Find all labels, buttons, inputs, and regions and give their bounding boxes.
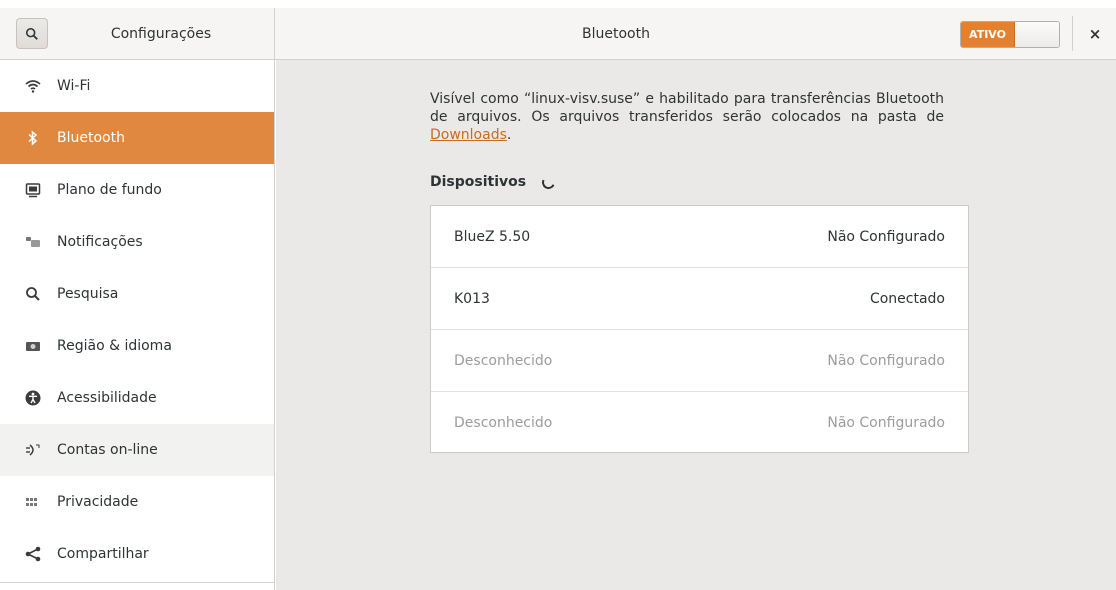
sidebar-item-label: Plano de fundo <box>57 182 162 198</box>
sidebar-divider <box>0 582 274 583</box>
close-button[interactable]: × <box>1082 22 1108 46</box>
description-end: . <box>506 127 512 143</box>
sidebar-item-label: Pesquisa <box>57 286 119 302</box>
downloads-link[interactable]: Downloads <box>430 127 507 143</box>
description-text: Visível como “linux-visv.suse” e habilit… <box>430 91 944 125</box>
page-title: Bluetooth <box>582 25 650 42</box>
visibility-description: Visível como “linux-visv.suse” e habilit… <box>430 90 944 144</box>
privacy-icon <box>24 493 42 511</box>
settings-window: Configurações Bluetooth ATIVO × Wi-Fi Bl… <box>0 0 1116 590</box>
background-icon <box>24 181 42 199</box>
switch-on-label: ATIVO <box>961 22 1015 47</box>
devices-heading: Dispositivos <box>430 174 527 190</box>
sidebar: Wi-Fi Bluetooth Plano de fundo Notificaç… <box>0 60 275 590</box>
device-name: Desconhecido <box>454 415 553 431</box>
bluetooth-toggle-switch[interactable]: ATIVO <box>960 21 1060 48</box>
devices-header: Dispositivos <box>430 172 557 192</box>
sidebar-item-search[interactable]: Pesquisa <box>0 268 274 320</box>
sidebar-item-label: Compartilhar <box>57 546 149 562</box>
bluetooth-icon <box>24 129 42 147</box>
device-list: BlueZ 5.50 Não Configurado K013 Conectad… <box>430 205 969 453</box>
sidebar-item-notifications[interactable]: Notificações <box>0 216 274 268</box>
sidebar-item-region[interactable]: Região & idioma <box>0 320 274 372</box>
sidebar-item-label: Acessibilidade <box>57 390 157 406</box>
search-button[interactable] <box>16 18 48 49</box>
header-separator <box>1072 16 1073 51</box>
sidebar-title: Configurações <box>110 25 212 42</box>
header-bar: Configurações Bluetooth ATIVO × <box>0 8 1116 60</box>
device-status: Não Configurado <box>827 228 945 245</box>
device-status: Não Configurado <box>827 352 945 369</box>
bluetooth-panel: Visível como “linux-visv.suse” e habilit… <box>276 60 1116 590</box>
sidebar-item-online-accounts[interactable]: Contas on-line <box>0 424 274 476</box>
switch-knob[interactable] <box>1015 22 1059 47</box>
accessibility-icon <box>24 389 42 407</box>
online-accounts-icon <box>24 441 42 459</box>
sidebar-item-label: Região & idioma <box>57 338 172 354</box>
sidebar-item-accessibility[interactable]: Acessibilidade <box>0 372 274 424</box>
device-row[interactable]: Desconhecido Não Configurado <box>431 392 968 454</box>
device-name: K013 <box>454 290 490 307</box>
share-icon <box>24 545 42 563</box>
device-name: Desconhecido <box>454 352 553 369</box>
device-row[interactable]: K013 Conectado <box>431 268 968 330</box>
sidebar-item-wifi[interactable]: Wi-Fi <box>0 60 274 112</box>
sidebar-header: Configurações <box>0 8 275 59</box>
search-icon <box>24 285 42 303</box>
sidebar-item-label: Bluetooth <box>57 130 125 146</box>
notifications-icon <box>24 233 42 251</box>
device-status: Conectado <box>869 290 945 307</box>
sidebar-item-privacy[interactable]: Privacidade <box>0 476 274 528</box>
sidebar-item-label: Contas on-line <box>57 442 158 458</box>
device-row[interactable]: BlueZ 5.50 Não Configurado <box>431 206 968 268</box>
sidebar-item-background[interactable]: Plano de fundo <box>0 164 274 216</box>
searching-spinner-icon <box>540 173 557 191</box>
wifi-icon <box>24 77 42 95</box>
sidebar-item-label: Notificações <box>57 234 143 250</box>
search-icon <box>25 27 38 40</box>
sidebar-item-bluetooth[interactable]: Bluetooth <box>0 112 274 164</box>
sidebar-item-label: Privacidade <box>57 494 139 510</box>
device-status: Não Configurado <box>827 415 945 431</box>
device-name: BlueZ 5.50 <box>454 228 531 245</box>
region-icon <box>24 337 42 355</box>
sidebar-item-sharing[interactable]: Compartilhar <box>0 528 274 580</box>
sidebar-item-label: Wi-Fi <box>57 78 91 94</box>
device-row[interactable]: Desconhecido Não Configurado <box>431 330 968 392</box>
